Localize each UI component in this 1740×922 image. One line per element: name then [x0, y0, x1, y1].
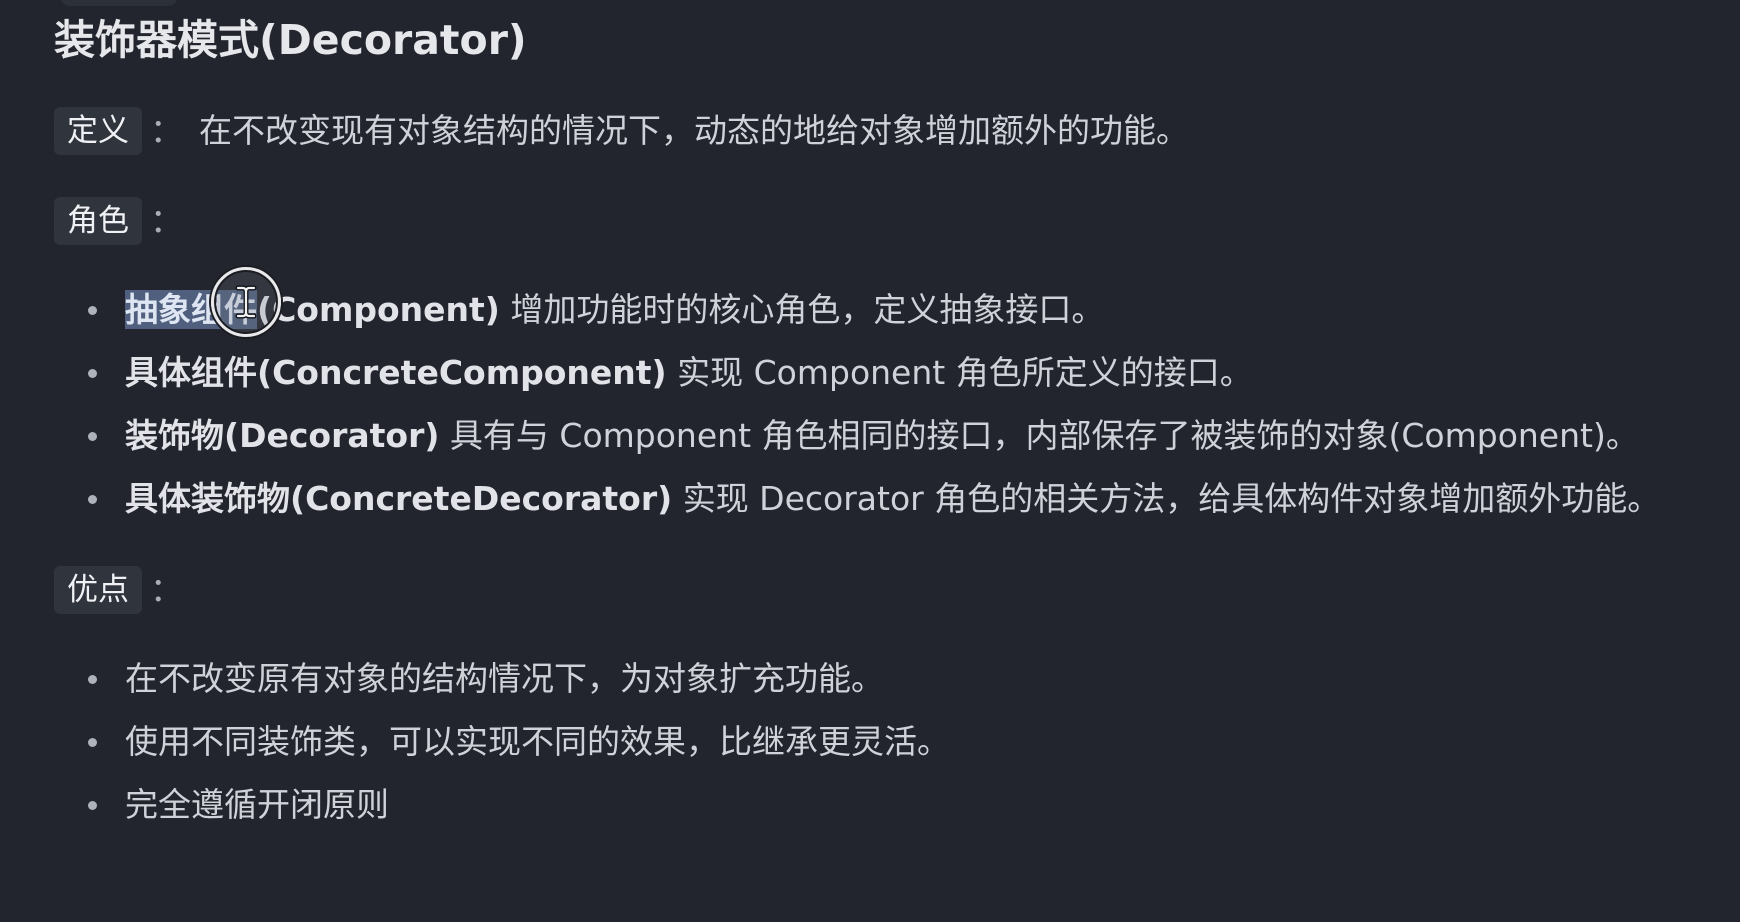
role-description[interactable]: 增加功能时的核心角色，定义抽象接口。 [500, 290, 1104, 329]
advantage-text[interactable]: 在不改变原有对象的结构情况下，为对象扩充功能。 [125, 659, 884, 698]
advantages-heading: 优点 ： [54, 566, 183, 614]
definition-text[interactable]: 在不改变现有对象结构的情况下，动态的地给对象增加额外的功能。 [199, 108, 1189, 154]
list-item[interactable]: 完全遵循开闭原则 [0, 782, 950, 845]
bullet-icon [88, 369, 97, 378]
role-description[interactable]: 具有与 Component 角色相同的接口，内部保存了被装饰的对象(Compon… [439, 416, 1639, 455]
role-term[interactable]: 具体装饰物(ConcreteDecorator) [125, 479, 672, 518]
list-item[interactable]: 在不改变原有对象的结构情况下，为对象扩充功能。 [0, 656, 950, 719]
bullet-icon [88, 675, 97, 684]
role-description[interactable]: 实现 Component 角色所定义的接口。 [667, 353, 1253, 392]
roles-tag: 角色 [54, 197, 142, 245]
role-description[interactable]: 实现 Decorator 角色的相关方法，给具体构件对象增加额外功能。 [672, 479, 1661, 518]
definition-colon: ： [150, 111, 183, 150]
role-term[interactable]: 装饰物(Decorator) [125, 416, 439, 455]
page-title: 装饰器模式(Decorator) [54, 16, 527, 64]
bullet-icon [88, 738, 97, 747]
bullet-icon [88, 495, 97, 504]
document-page: 装饰器模式(Decorator) 定义 ： 在不改变现有对象结构的情况下，动态的… [0, 0, 1740, 922]
list-item[interactable]: 装饰物(Decorator) 具有与 Component 角色相同的接口，内部保… [0, 413, 1660, 476]
role-term[interactable]: (Component) [257, 290, 500, 329]
roles-heading: 角色 ： [54, 197, 183, 245]
advantages-colon: ： [150, 570, 183, 609]
text-cursor-icon [211, 267, 281, 337]
advantage-text[interactable]: 使用不同装饰类，可以实现不同的效果，比继承更灵活。 [125, 722, 950, 761]
role-term[interactable]: 具体组件(ConcreteComponent) [125, 353, 667, 392]
bullet-icon [88, 306, 97, 315]
advantage-text[interactable]: 完全遵循开闭原则 [125, 785, 389, 824]
i-beam-icon [235, 285, 257, 319]
bullet-icon [88, 801, 97, 810]
bullet-icon [88, 432, 97, 441]
top-toolbar-fragment [60, 0, 178, 6]
roles-colon: ： [150, 201, 183, 240]
advantages-list: 在不改变原有对象的结构情况下，为对象扩充功能。 使用不同装饰类，可以实现不同的效… [0, 656, 950, 845]
list-item[interactable]: 具体装饰物(ConcreteDecorator) 实现 Decorator 角色… [0, 476, 1660, 539]
definition-line: 定义 ： 在不改变现有对象结构的情况下，动态的地给对象增加额外的功能。 [54, 107, 1189, 155]
list-item[interactable]: 具体组件(ConcreteComponent) 实现 Component 角色所… [0, 350, 1660, 413]
definition-tag: 定义 [54, 107, 142, 155]
list-item[interactable]: 使用不同装饰类，可以实现不同的效果，比继承更灵活。 [0, 719, 950, 782]
advantages-tag: 优点 [54, 566, 142, 614]
